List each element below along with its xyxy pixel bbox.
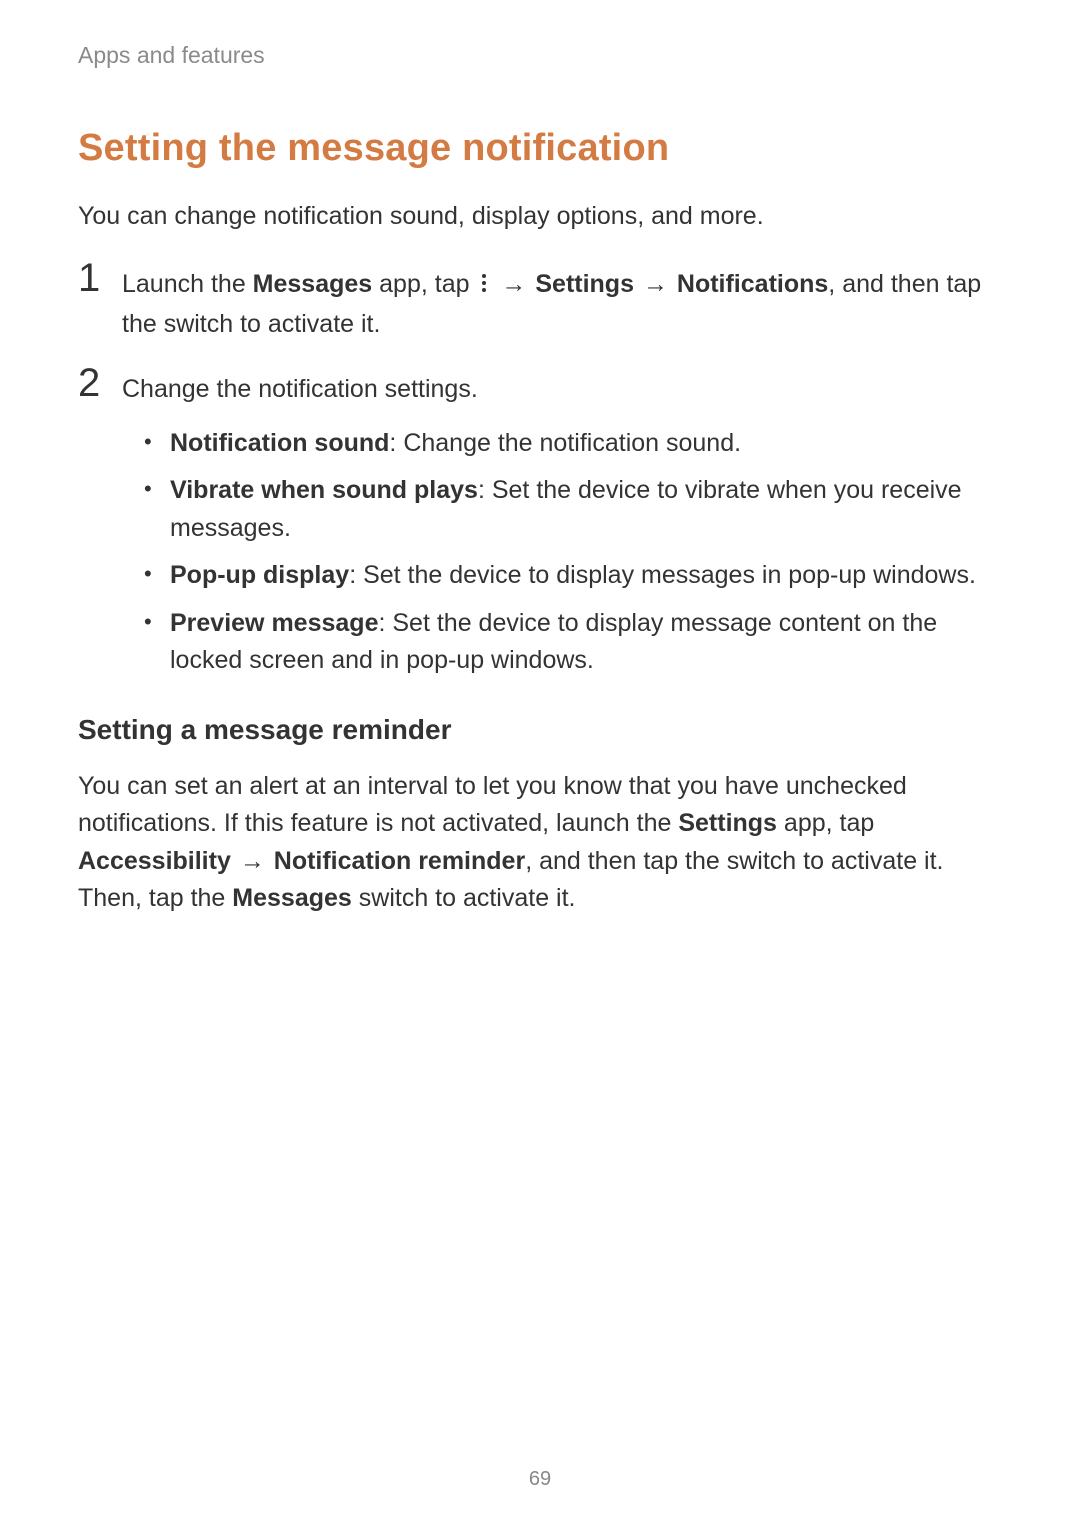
sub-paragraph: You can set an alert at an interval to l… <box>78 768 1002 918</box>
bullet-label: Notification sound <box>170 429 389 457</box>
step-1-mid1: app, tap <box>372 270 476 298</box>
bullet-desc: : Set the device to display messages in … <box>349 561 976 589</box>
step-1-notifications: Notifications <box>677 270 828 298</box>
arrow-icon: → <box>499 270 528 298</box>
page-number: 69 <box>0 1468 1080 1491</box>
step-1-prefix: Launch the <box>122 270 253 298</box>
bullet-item: Preview message: Set the device to displ… <box>144 605 1002 680</box>
step-2: Change the notification settings. Notifi… <box>78 369 1002 680</box>
sub-mid1: app, tap <box>777 809 874 837</box>
step-2-text: Change the notification settings. <box>122 375 478 403</box>
bullet-label: Preview message <box>170 609 378 637</box>
bullet-label: Pop-up display <box>170 561 349 589</box>
step-1-body: Launch the Messages app, tap → Settings … <box>122 264 1002 343</box>
step-2-bullets: Notification sound: Change the notificat… <box>122 425 1002 680</box>
step-1-settings: Settings <box>535 270 634 298</box>
sub-heading: Setting a message reminder <box>78 714 1002 746</box>
page-content: Apps and features Setting the message no… <box>0 0 1080 918</box>
sub-settings-app: Settings <box>678 809 777 837</box>
bullet-item: Vibrate when sound plays: Set the device… <box>144 472 1002 547</box>
sub-accessibility: Accessibility <box>78 847 231 875</box>
bullet-item: Pop-up display: Set the device to displa… <box>144 557 1002 595</box>
section-heading: Setting the message notification <box>78 127 1002 170</box>
step-2-body: Change the notification settings. Notifi… <box>122 369 1002 680</box>
step-1-app-name: Messages <box>253 270 373 298</box>
steps-list: Launch the Messages app, tap → Settings … <box>78 264 1002 680</box>
arrow-icon: → <box>238 847 267 875</box>
section-intro: You can change notification sound, displ… <box>78 198 1002 234</box>
step-1: Launch the Messages app, tap → Settings … <box>78 264 1002 343</box>
breadcrumb: Apps and features <box>78 42 1002 69</box>
sub-notif-reminder: Notification reminder <box>274 847 525 875</box>
bullet-desc: : Change the notification sound. <box>389 429 741 457</box>
more-options-icon <box>478 268 490 306</box>
bullet-item: Notification sound: Change the notificat… <box>144 425 1002 463</box>
arrow-icon: → <box>641 270 670 298</box>
bullet-label: Vibrate when sound plays <box>170 476 478 504</box>
sub-suffix: switch to activate it. <box>352 884 576 912</box>
sub-messages: Messages <box>232 884 352 912</box>
